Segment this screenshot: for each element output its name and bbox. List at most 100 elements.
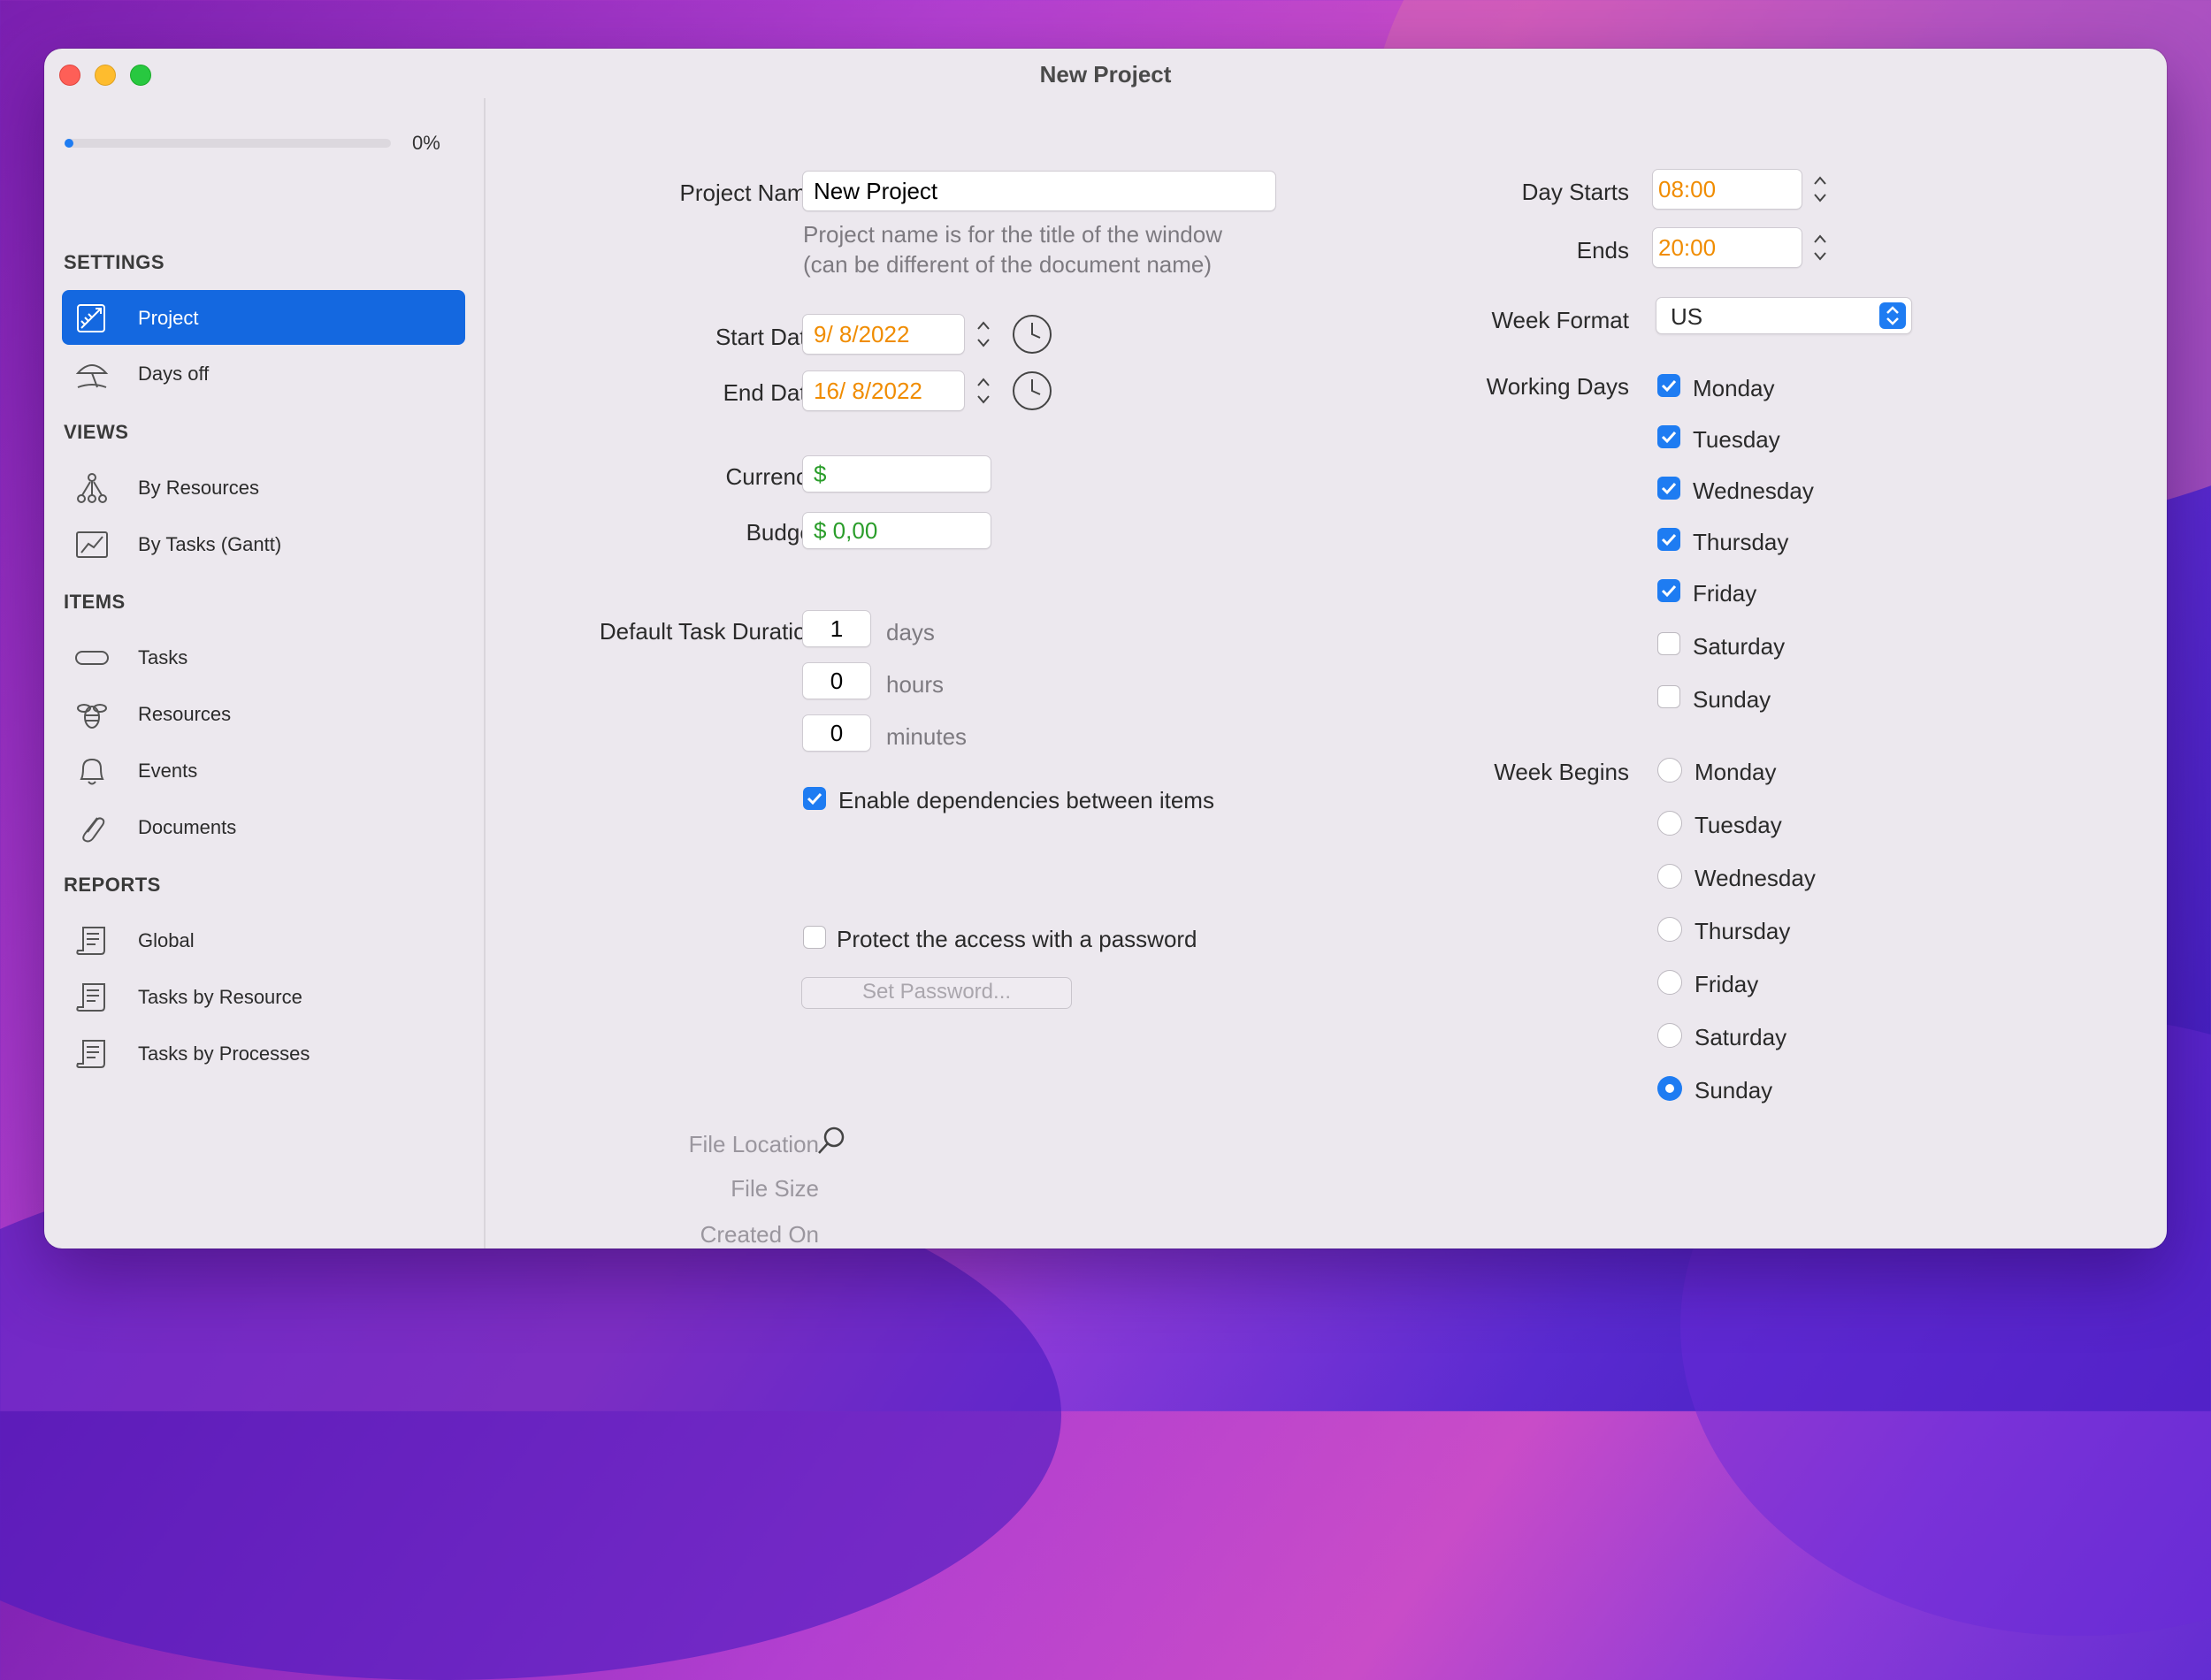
section-settings: SETTINGS xyxy=(64,251,165,273)
week-begins-label: Sunday xyxy=(1695,1077,1773,1103)
day-starts-field[interactable]: 08:00 xyxy=(1652,169,1802,210)
progress-fill xyxy=(65,139,73,148)
sidebar-item-tasks-by-resource[interactable]: Tasks by Resource xyxy=(62,969,465,1024)
project-name-hint: Project name is for the title of the win… xyxy=(803,221,1223,278)
start-date-field[interactable]: 9/ 8/2022 xyxy=(802,314,965,355)
sidebar-divider xyxy=(484,98,486,1249)
file-size-label: File Size xyxy=(731,1175,819,1202)
set-password-button[interactable]: Set Password... xyxy=(801,977,1072,1009)
protect-password-label: Protect the access with a password xyxy=(837,926,1197,952)
day-starts-stepper[interactable] xyxy=(1809,171,1831,208)
protect-password-checkbox[interactable] xyxy=(803,926,826,949)
working-day-label: Thursday xyxy=(1693,529,1789,555)
sidebar-item-label: By Resources xyxy=(138,477,259,499)
week-begins-radio-thursday[interactable] xyxy=(1657,917,1682,942)
magnifier-icon[interactable] xyxy=(815,1125,847,1157)
beach-umbrella-icon xyxy=(75,364,109,388)
week-format-label: Week Format xyxy=(1491,307,1629,333)
duration-hours-field[interactable]: 0 xyxy=(802,662,871,699)
checkmark-icon xyxy=(1661,431,1677,444)
section-views: VIEWS xyxy=(64,421,129,443)
sidebar-item-label: Resources xyxy=(138,703,232,725)
checkmark-icon xyxy=(807,792,822,806)
sidebar-item-by-tasks-gantt[interactable]: By Tasks (Gantt) xyxy=(62,516,465,571)
start-date-label: Start Date xyxy=(715,324,819,350)
ends-label: Ends xyxy=(1576,237,1629,263)
bee-icon xyxy=(77,704,107,729)
duration-minutes-unit: minutes xyxy=(886,723,968,750)
sidebar-item-documents[interactable]: Documents xyxy=(62,799,465,854)
enable-dependencies-label: Enable dependencies between items xyxy=(838,787,1214,813)
week-format-select[interactable]: US xyxy=(1656,297,1912,334)
duration-minutes-field[interactable]: 0 xyxy=(802,714,871,752)
ends-stepper[interactable] xyxy=(1809,229,1831,266)
sidebar-item-label: Documents xyxy=(138,816,237,838)
working-day-checkbox-friday[interactable] xyxy=(1657,579,1680,602)
day-starts-label: Day Starts xyxy=(1521,179,1629,205)
end-date-field[interactable]: 16/ 8/2022 xyxy=(802,370,965,411)
pencil-ruler-icon xyxy=(77,304,105,332)
week-begins-radio-sunday[interactable] xyxy=(1657,1076,1682,1101)
sidebar-item-days-off[interactable]: Days off xyxy=(62,346,465,401)
working-day-label: Wednesday xyxy=(1693,477,1814,504)
sidebar-item-global[interactable]: Global xyxy=(62,913,465,967)
working-day-checkbox-monday[interactable] xyxy=(1657,374,1680,397)
title-bar: New Project xyxy=(44,49,2167,98)
sidebar-item-resources[interactable]: Resources xyxy=(62,686,465,741)
ends-field[interactable]: 20:00 xyxy=(1652,227,1802,268)
working-day-label: Monday xyxy=(1693,375,1775,401)
project-name-field[interactable]: New Project xyxy=(802,171,1276,211)
sidebar-item-label: Events xyxy=(138,760,198,782)
working-day-label: Friday xyxy=(1693,580,1757,607)
week-begins-radio-tuesday[interactable] xyxy=(1657,811,1682,836)
project-window: New Project 0% SETTINGS Project Days off… xyxy=(44,49,2167,1249)
working-day-checkbox-thursday[interactable] xyxy=(1657,528,1680,551)
week-begins-label: Week Begins xyxy=(1494,759,1629,785)
duration-days-field[interactable]: 1 xyxy=(802,610,871,647)
window-title: New Project xyxy=(1039,61,1172,88)
end-date-label: End Date xyxy=(723,379,819,406)
start-date-clock-icon[interactable] xyxy=(1012,314,1052,355)
week-begins-radio-wednesday[interactable] xyxy=(1657,864,1682,889)
currency-label: Currency xyxy=(725,463,819,490)
week-begins-label: Thursday xyxy=(1695,918,1791,944)
bell-icon xyxy=(80,758,104,785)
section-items: ITEMS xyxy=(64,591,126,613)
budget-field[interactable]: $ 0,00 xyxy=(802,512,991,549)
working-day-checkbox-sunday[interactable] xyxy=(1657,685,1680,708)
sidebar-item-by-resources[interactable]: By Resources xyxy=(62,460,465,515)
currency-field[interactable]: $ xyxy=(802,455,991,493)
week-begins-label: Monday xyxy=(1695,759,1777,785)
sidebar-item-tasks[interactable]: Tasks xyxy=(62,630,465,684)
working-day-checkbox-saturday[interactable] xyxy=(1657,632,1680,655)
created-on-label: Created On xyxy=(700,1221,819,1248)
sidebar-item-project[interactable]: Project xyxy=(62,290,465,345)
sidebar-item-events[interactable]: Events xyxy=(62,743,465,798)
sidebar-item-label: Global xyxy=(138,929,195,951)
end-date-clock-icon[interactable] xyxy=(1012,370,1052,411)
duration-hours-unit: hours xyxy=(886,671,945,698)
chevron-updown-icon xyxy=(1879,302,1906,329)
working-day-checkbox-wednesday[interactable] xyxy=(1657,477,1680,500)
sidebar-item-label: Days off xyxy=(138,363,210,385)
sidebar-item-tasks-by-processes[interactable]: Tasks by Processes xyxy=(62,1026,465,1081)
working-day-checkbox-tuesday[interactable] xyxy=(1657,425,1680,448)
enable-dependencies-checkbox[interactable] xyxy=(803,787,826,810)
end-date-stepper[interactable] xyxy=(973,372,994,409)
start-date-stepper[interactable] xyxy=(973,316,994,353)
week-begins-radio-monday[interactable] xyxy=(1657,758,1682,783)
sidebar-item-label: Tasks by Resource xyxy=(138,986,302,1008)
sidebar-item-label: Tasks by Processes xyxy=(138,1042,310,1065)
week-begins-radio-friday[interactable] xyxy=(1657,970,1682,995)
task-capsule-icon xyxy=(75,651,109,665)
week-begins-label: Tuesday xyxy=(1695,812,1782,838)
working-day-label: Sunday xyxy=(1693,686,1771,713)
gantt-chart-icon xyxy=(76,531,108,558)
sidebar-item-label: By Tasks (Gantt) xyxy=(138,533,282,555)
progress-bar xyxy=(65,139,391,148)
report-scroll-icon xyxy=(76,1040,105,1068)
file-location-label: File Location xyxy=(688,1131,819,1157)
week-begins-radio-saturday[interactable] xyxy=(1657,1023,1682,1048)
section-reports: REPORTS xyxy=(64,874,161,896)
working-days-label: Working Days xyxy=(1486,373,1629,400)
